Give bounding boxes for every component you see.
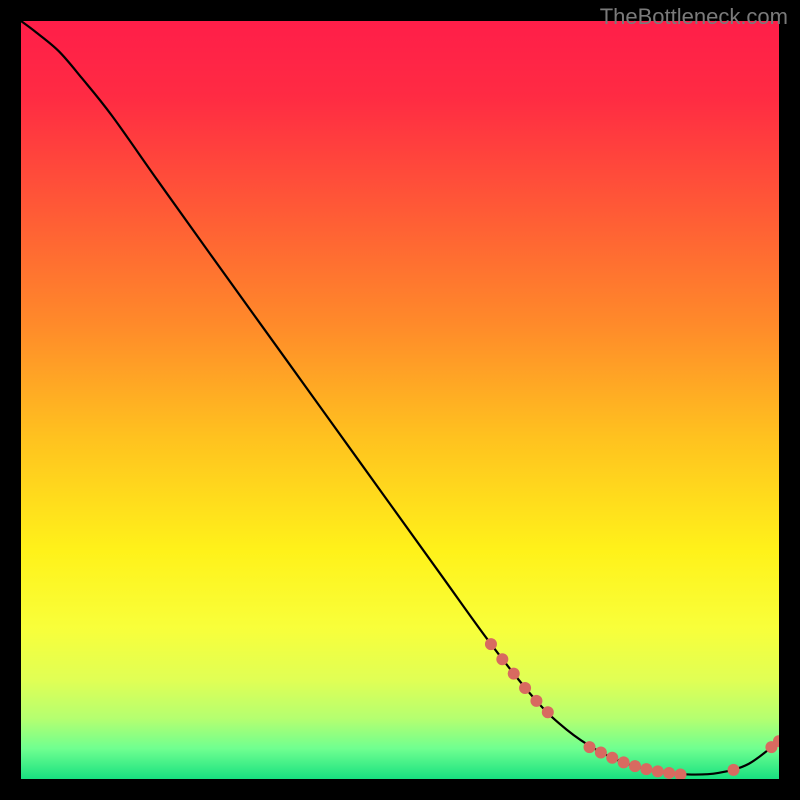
plot-area xyxy=(21,21,779,779)
highlight-dot xyxy=(485,638,497,650)
highlight-dot xyxy=(595,746,607,758)
highlight-dot xyxy=(629,760,641,772)
highlight-dot xyxy=(519,682,531,694)
highlight-dot xyxy=(508,668,520,680)
highlight-dots-group xyxy=(485,638,779,779)
highlight-dot xyxy=(652,765,664,777)
highlight-dot xyxy=(674,768,686,779)
bottleneck-curve xyxy=(21,21,779,775)
highlight-dot xyxy=(728,764,740,776)
highlight-dot xyxy=(542,706,554,718)
highlight-dot xyxy=(663,767,675,779)
highlight-dot xyxy=(606,752,618,764)
highlight-dot xyxy=(584,741,596,753)
highlight-dot xyxy=(640,763,652,775)
highlight-dot xyxy=(496,653,508,665)
highlight-dot xyxy=(618,756,630,768)
watermark-text: TheBottleneck.com xyxy=(600,4,788,30)
highlight-dot xyxy=(530,695,542,707)
chart-container: TheBottleneck.com xyxy=(0,0,800,800)
curve-layer xyxy=(21,21,779,779)
